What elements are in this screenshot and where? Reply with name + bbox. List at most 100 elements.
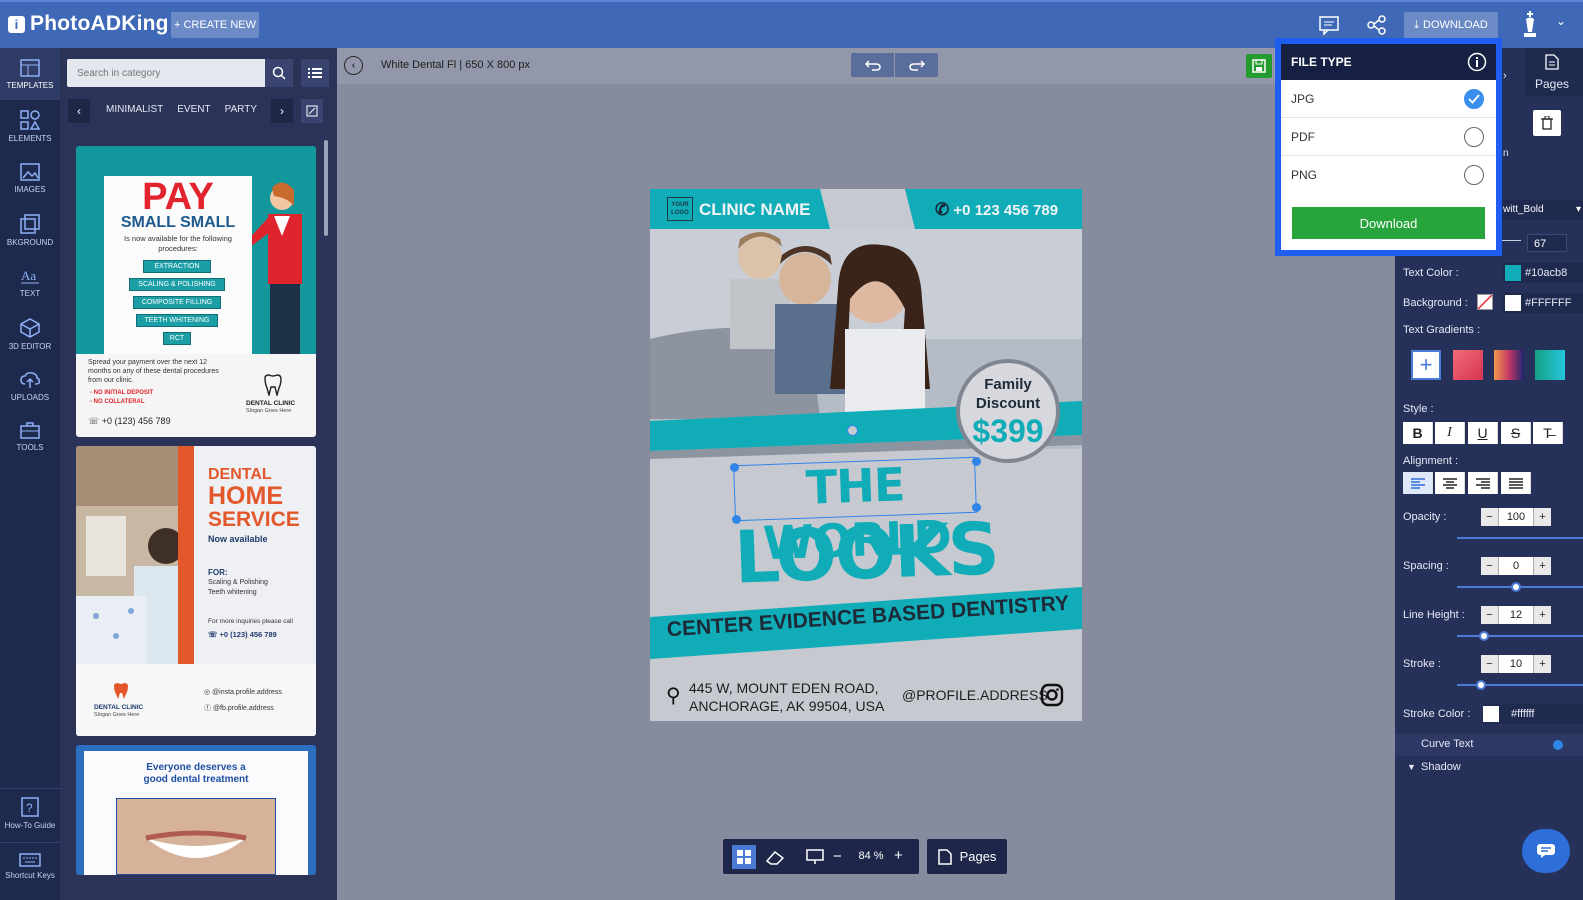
category-tab[interactable]: MINIMALIST [106,104,163,115]
no-fill-button[interactable] [1477,294,1493,310]
sidebar-item-uploads[interactable]: UPLOADS [0,360,60,412]
present-button[interactable] [803,845,827,869]
category-tab[interactable]: EVENT [177,104,210,115]
radio-unselected[interactable] [1464,165,1484,185]
file-type-option-jpg[interactable]: JPG [1281,80,1496,118]
sidebar-item-tools[interactable]: TOOLS [0,410,60,462]
tab-pages[interactable]: Pages [1525,48,1583,96]
slider-knob[interactable] [1511,582,1521,592]
undo-button[interactable] [851,53,894,77]
expand-button[interactable] [301,99,323,123]
text-color-picker[interactable]: #10acb8 [1503,263,1583,283]
discount-badge[interactable]: Family Discount [960,375,1056,413]
price-text[interactable]: $399 [960,413,1056,450]
king-icon[interactable] [1520,10,1540,40]
share-icon[interactable] [1366,14,1388,36]
redo-button[interactable] [895,53,938,77]
pages-button[interactable]: Pages [927,839,1007,874]
panel-scrollbar[interactable] [324,140,328,236]
template-card-smile[interactable]: Everyone deserves a good dental treatmen… [76,745,316,875]
save-button[interactable] [1246,54,1272,78]
search-button[interactable] [265,59,293,87]
stroke-slider[interactable] [1457,680,1583,690]
template-card-pay-small[interactable]: PAY SMALL SMALL Is now available for the… [76,146,316,437]
create-new-button[interactable]: + CREATE NEW [171,12,259,38]
font-size-select[interactable]: 67 [1527,234,1567,252]
curve-toggle[interactable] [1553,740,1563,750]
file-type-option-png[interactable]: PNG [1281,156,1496,194]
underline-button[interactable]: U [1468,422,1498,444]
back-button[interactable]: ‹ [344,56,363,75]
bold-button[interactable]: B [1403,422,1433,444]
rotate-handle[interactable] [847,425,858,436]
phone-text[interactable]: ✆ +0 123 456 789 [935,200,1058,220]
gradient-swatch[interactable] [1494,350,1524,380]
align-justify-icon [1508,477,1523,489]
spacing-stepper[interactable]: −0 + [1481,557,1551,575]
font-select[interactable]: witt_Bold ▾ [1499,200,1583,220]
template-card-home-service[interactable]: DENTAL HOME SERVICE Now available FOR: S… [76,446,316,736]
slider-knob[interactable] [1476,680,1486,690]
file-type-option-pdf[interactable]: PDF [1281,118,1496,156]
list-view-button[interactable] [301,59,329,87]
app-logo[interactable]: i PhotoADKing [8,12,169,36]
category-next-button[interactable]: › [271,99,293,123]
category-tab[interactable]: PARTY [225,104,257,115]
sidebar-item-label: BKGROUND [6,237,54,247]
sidebar-item-templates[interactable]: TEMPLATES [0,48,60,100]
headline-text[interactable]: LOOKS [727,506,1006,600]
delete-button[interactable] [1533,110,1561,136]
search-input[interactable] [67,59,265,87]
line-height-slider[interactable] [1457,631,1583,641]
opacity-slider[interactable] [1457,537,1583,539]
zoom-in-button[interactable]: + [894,847,903,864]
spacing-label: Spacing : [1403,560,1449,572]
sidebar-item-elements[interactable]: ELEMENTS [0,100,60,152]
add-gradient-button[interactable]: + [1411,350,1441,380]
chevron-down-icon[interactable]: ⌄ [1556,14,1566,28]
document-title[interactable]: White Dental Fl | 650 X 800 px [381,59,530,71]
radio-unselected[interactable] [1464,127,1484,147]
sidebar-item-background[interactable]: BKGROUND [0,204,60,256]
radio-selected[interactable] [1464,89,1484,109]
category-prev-button[interactable]: ‹ [68,99,90,123]
align-left-button[interactable] [1403,472,1433,494]
opacity-stepper[interactable]: −100 + [1481,508,1551,526]
align-center-button[interactable] [1435,472,1465,494]
background-color-picker[interactable]: #FFFFFF [1503,293,1583,313]
slider-knob[interactable] [1479,631,1489,641]
info-icon[interactable] [1467,52,1487,72]
gradient-swatch[interactable] [1453,350,1483,380]
how-to-guide[interactable]: ? How-To Guide [0,788,60,838]
keyboard-icon [19,853,41,867]
list-icon [308,68,322,78]
curve-text-row[interactable]: Curve Text [1395,734,1583,756]
italic-button[interactable]: I [1435,422,1465,444]
address-text[interactable]: 445 W, MOUNT EDEN ROAD, ANCHORAGE, AK 995… [689,679,884,715]
stroke-color-picker[interactable]: #ffffff [1483,704,1583,724]
shadow-row[interactable]: ▼ Shadow [1395,758,1583,780]
line-height-stepper[interactable]: −12 + [1481,606,1551,624]
popup-download-button[interactable]: Download [1292,207,1485,239]
align-right-button[interactable] [1468,472,1498,494]
clear-format-button[interactable]: T̶ [1533,422,1563,444]
zoom-out-button[interactable]: − [833,848,842,865]
your-logo-box[interactable]: YOUR LOGO [667,197,693,221]
clinic-name-text[interactable]: CLINIC NAME [699,200,810,220]
spacing-slider[interactable] [1457,582,1583,592]
gradient-swatch[interactable] [1535,350,1565,380]
chat-button[interactable] [1522,829,1570,873]
align-justify-button[interactable] [1501,472,1531,494]
download-button[interactable]: ⤓ DOWNLOAD [1404,12,1498,38]
profile-text[interactable]: @PROFILE.ADDRESS [902,687,1048,703]
shortcut-keys[interactable]: Shortcut Keys [0,842,60,890]
eraser-button[interactable] [763,845,787,869]
stroke-stepper[interactable]: −10 + [1481,655,1551,673]
design-canvas[interactable]: YOUR LOGO CLINIC NAME ✆ +0 123 456 789 Fa… [650,189,1082,721]
sidebar-item-images[interactable]: IMAGES [0,152,60,204]
comment-icon[interactable] [1318,14,1340,36]
sidebar-item-3d-editor[interactable]: 3D EDITOR [0,308,60,360]
sidebar-item-text[interactable]: Aa TEXT [0,256,60,308]
grid-view-button[interactable] [732,845,756,869]
strikethrough-button[interactable]: S [1501,422,1531,444]
